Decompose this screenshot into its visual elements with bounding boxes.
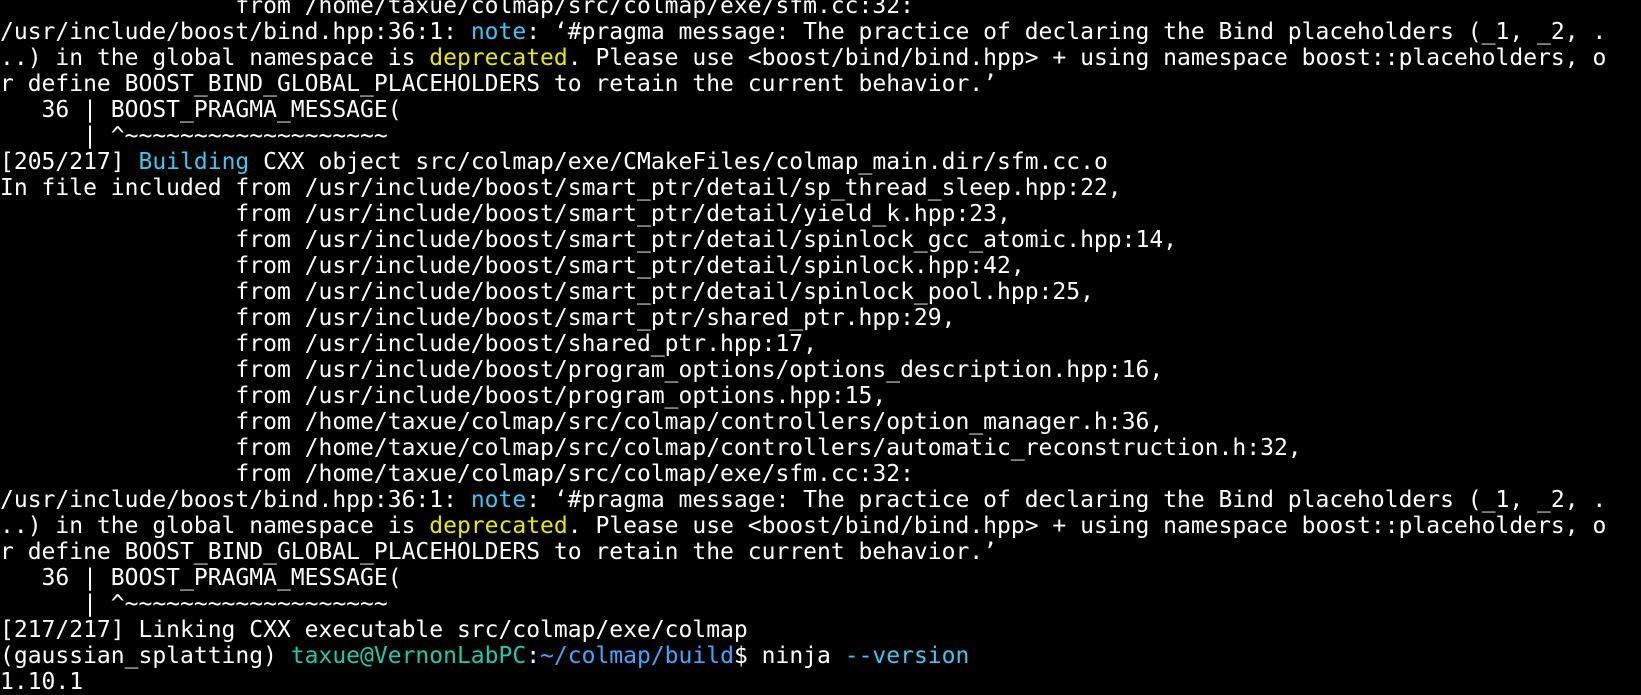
text-segment: r define BOOST_BIND_GLOBAL_PLACEHOLDERS … [0,71,997,97]
terminal-line: from /home/taxue/colmap/src/colmap/contr… [0,409,1641,435]
text-dep: deprecated [429,513,568,539]
terminal-line: from /usr/include/boost/smart_ptr/detail… [0,201,1641,227]
terminal-line: 1.10.1 [0,669,1641,695]
text-segment: : ‘#pragma message: The practice of decl… [526,19,1607,45]
text-segment: CXX object src/colmap/exe/CMakeFiles/col… [249,149,1108,175]
text-segment: . Please use <boost/bind/bind.hpp> + usi… [567,45,1607,71]
text-segment: /usr/include/boost/bind.hpp:36:1: [0,19,471,45]
text-segment: from /home/taxue/colmap/src/colmap/contr… [0,409,1164,435]
text-segment: [217/217] Linking CXX executable src/col… [0,617,748,643]
text-segment: (gaussian_splatting) [0,643,291,669]
text-segment: from /usr/include/boost/smart_ptr/shared… [0,305,956,331]
text-segment: from /home/taxue/colmap/src/colmap/exe/s… [0,0,914,19]
text-note: note [470,19,527,45]
terminal-line: 36 | BOOST_PRAGMA_MESSAGE( [0,565,1641,591]
text-segment: : ‘#pragma message: The practice of decl… [526,487,1607,513]
text-segment: from /usr/include/boost/smart_ptr/detail… [0,227,1178,253]
terminal-line: from /home/taxue/colmap/src/colmap/contr… [0,435,1641,461]
text-build: Building [138,149,250,175]
terminal-line: from /home/taxue/colmap/src/colmap/exe/s… [0,0,1641,19]
terminal-line: from /usr/include/boost/smart_ptr/shared… [0,305,1641,331]
text-segment: | [0,591,111,617]
text-segment: In file included from /usr/include/boost… [0,175,1122,201]
text-segment: from /usr/include/boost/program_options.… [0,383,887,409]
terminal-line: ..) in the global namespace is deprecate… [0,45,1641,71]
terminal-line: from /usr/include/boost/program_options.… [0,383,1641,409]
terminal-line: In file included from /usr/include/boost… [0,175,1641,201]
text-segment: | [0,123,111,149]
text-path: ~/colmap/build [540,643,734,669]
terminal-line: /usr/include/boost/bind.hpp:36:1: note: … [0,19,1641,45]
terminal-line: from /usr/include/boost/program_options/… [0,357,1641,383]
text-segment: from /usr/include/boost/smart_ptr/detail… [0,279,1094,305]
terminal-line: [217/217] Linking CXX executable src/col… [0,617,1641,643]
terminal-line: from /usr/include/boost/smart_ptr/detail… [0,227,1641,253]
text-segment: . Please use <boost/bind/bind.hpp> + usi… [567,513,1607,539]
terminal-line: from /usr/include/boost/smart_ptr/detail… [0,253,1641,279]
text-segment: from /usr/include/boost/smart_ptr/detail… [0,201,1011,227]
terminal-line: (gaussian_splatting) taxue@VernonLabPC:~… [0,643,1641,669]
text-segment: r define BOOST_BIND_GLOBAL_PLACEHOLDERS … [0,539,997,565]
terminal-line: | ^~~~~~~~~~~~~~~~~~~~ [0,591,1641,617]
terminal-line: r define BOOST_BIND_GLOBAL_PLACEHOLDERS … [0,539,1641,565]
text-segment: 1.10.1 [0,669,84,695]
text-segment: from /usr/include/boost/smart_ptr/detail… [0,253,1025,279]
text-tilde: ^~~~~~~~~~~~~~~~~~~~ [110,591,388,617]
text-segment: ..) in the global namespace is [0,513,430,539]
text-note: note [470,487,527,513]
text-segment: from /home/taxue/colmap/src/colmap/contr… [0,435,1302,461]
text-segment: from /usr/include/boost/shared_ptr.hpp:1… [0,331,817,357]
text-segment: ..) in the global namespace is [0,45,430,71]
text-segment: 36 | BOOST_PRAGMA_MESSAGE( [0,565,402,591]
text-flag: --version [844,643,970,669]
terminal-line: 36 | BOOST_PRAGMA_MESSAGE( [0,97,1641,123]
terminal-line: from /usr/include/boost/shared_ptr.hpp:1… [0,331,1641,357]
terminal-line: from /usr/include/boost/smart_ptr/detail… [0,279,1641,305]
terminal-output[interactable]: from /home/taxue/colmap/src/colmap/exe/s… [0,0,1641,695]
text-user: taxue@VernonLabPC [290,643,527,669]
text-segment: /usr/include/boost/bind.hpp:36:1: [0,487,471,513]
text-tilde: ^~~~~~~~~~~~~~~~~~~~ [110,123,388,149]
text-segment: [205/217] [0,149,139,175]
terminal-line: ..) in the global namespace is deprecate… [0,513,1641,539]
text-dep: deprecated [429,45,568,71]
terminal-line: /usr/include/boost/bind.hpp:36:1: note: … [0,487,1641,513]
terminal-line: from /home/taxue/colmap/src/colmap/exe/s… [0,461,1641,487]
terminal-line: [205/217] Building CXX object src/colmap… [0,149,1641,175]
terminal-line: | ^~~~~~~~~~~~~~~~~~~~ [0,123,1641,149]
text-segment: from /home/taxue/colmap/src/colmap/exe/s… [0,461,914,487]
terminal-line: r define BOOST_BIND_GLOBAL_PLACEHOLDERS … [0,71,1641,97]
text-segment: from /usr/include/boost/program_options/… [0,357,1164,383]
text-segment: 36 | BOOST_PRAGMA_MESSAGE( [0,97,402,123]
text-segment: $ ninja [733,643,845,669]
text-segment: : [526,643,541,669]
